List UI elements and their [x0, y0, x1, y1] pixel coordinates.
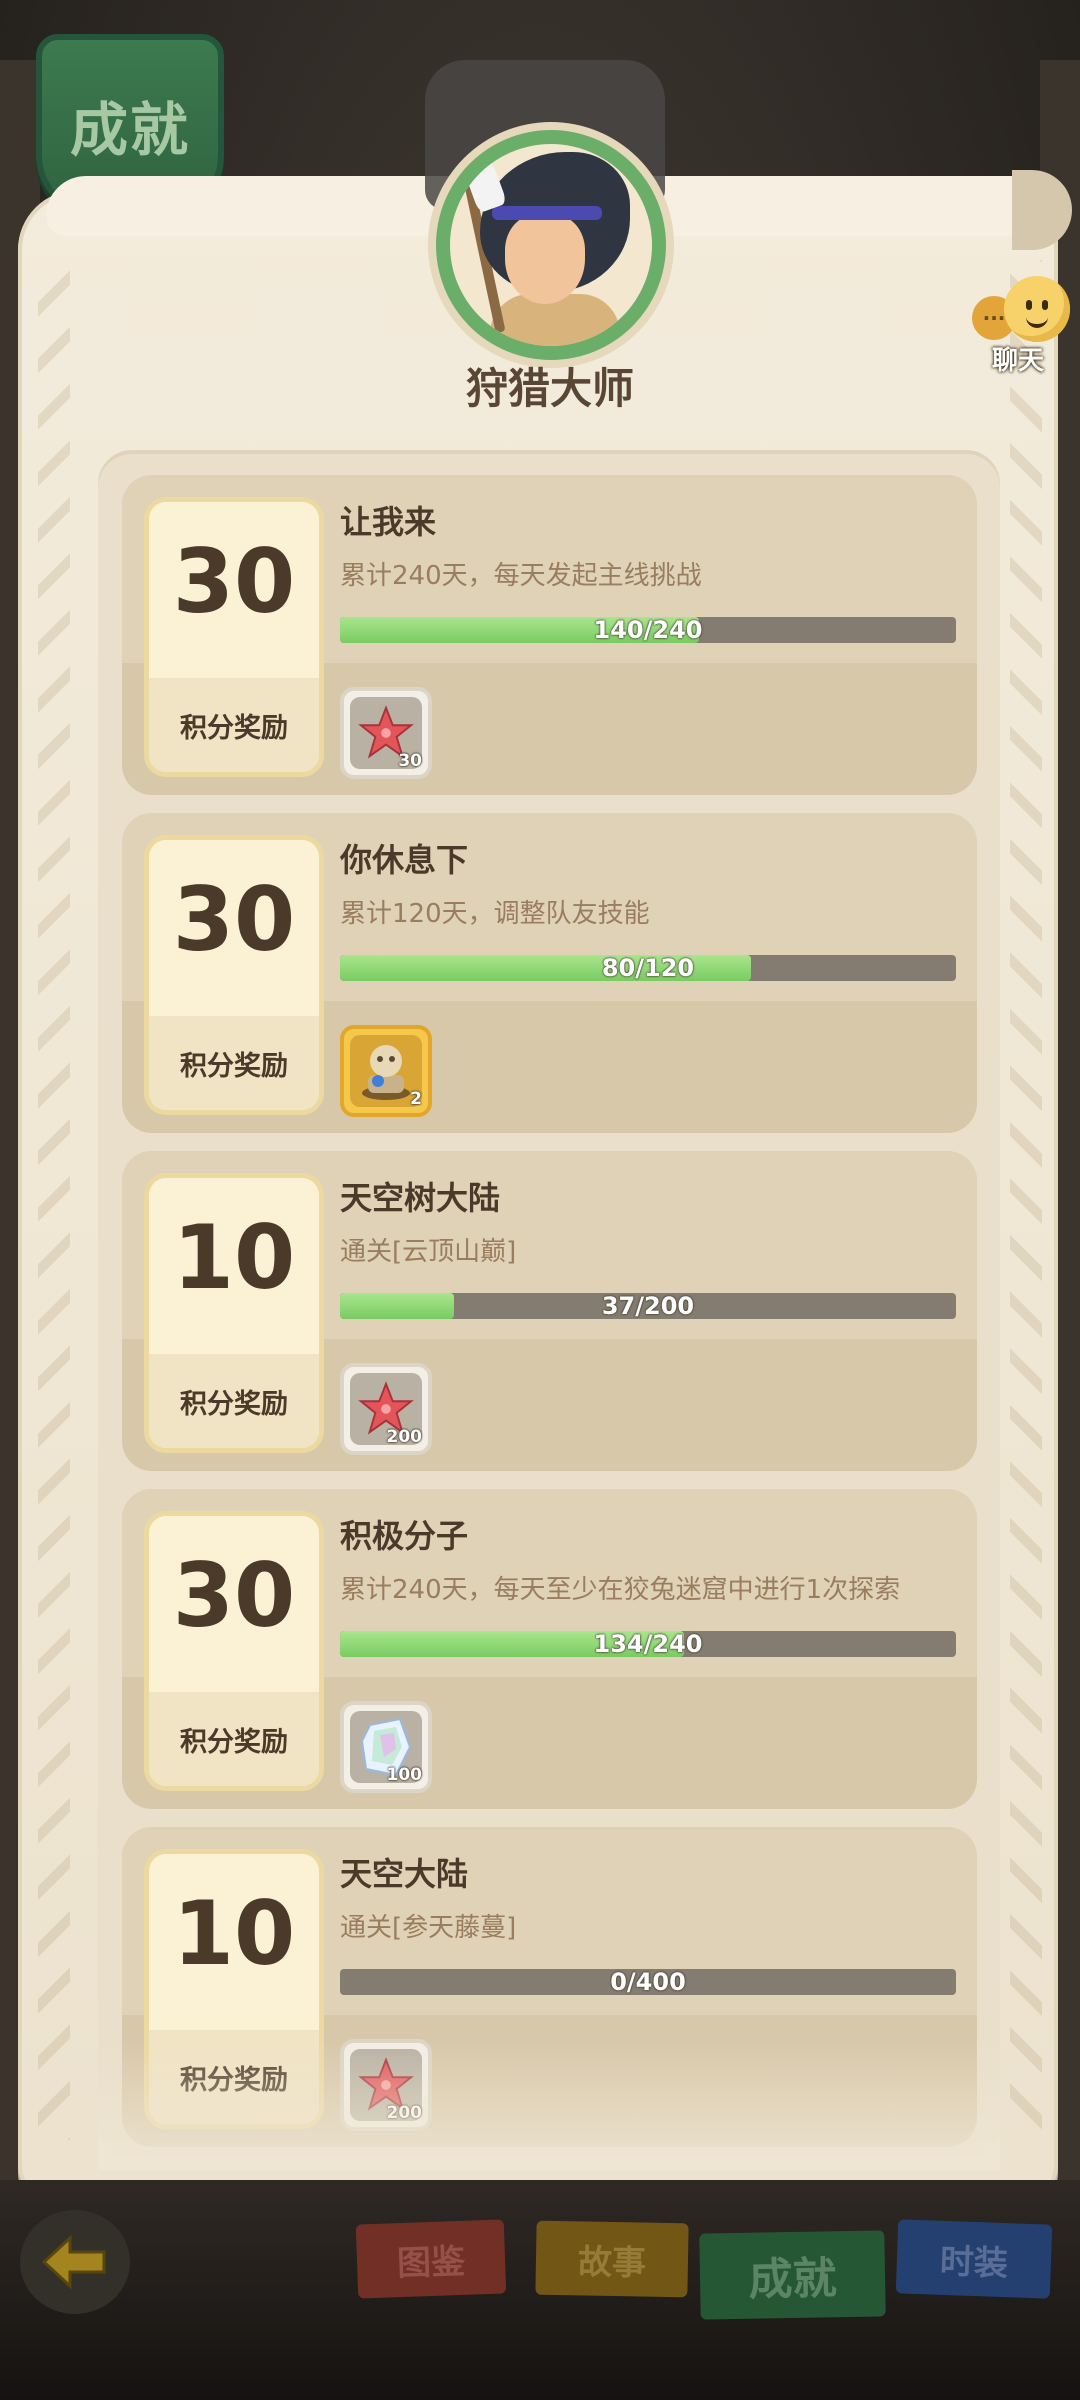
- reward-count: 2: [410, 1089, 422, 1109]
- list-bottom-fade: [98, 2040, 1000, 2170]
- achievement-description: 通关[云顶山巅]: [340, 1237, 517, 1267]
- points-label: 积分奖励: [180, 1389, 288, 1420]
- avatar-face: [505, 214, 585, 304]
- achievement-description: 累计240天，每天至少在狡兔迷窟中进行1次探索: [340, 1575, 901, 1605]
- points-value: 30: [172, 530, 296, 633]
- points-value: 10: [172, 1882, 296, 1985]
- achievement-description: 累计240天，每天发起主线挑战: [340, 561, 702, 591]
- progress-bar: 80/120: [340, 955, 956, 981]
- avatar-headband: [492, 206, 602, 220]
- achievement-title: 天空大陆: [340, 1855, 469, 1893]
- achievement-card[interactable]: 30 积分奖励 你休息下 累计120天，调整队友技能 80/120 2: [122, 813, 977, 1133]
- achievement-description: 累计120天，调整队友技能: [340, 899, 650, 929]
- statue-shape: [362, 1045, 410, 1100]
- chat-smiley-icon: [1004, 276, 1070, 342]
- scroll-border-pattern-right: [1010, 260, 1042, 2140]
- achievement-title: 积极分子: [340, 1517, 469, 1555]
- progress-text: 37/200: [601, 1293, 695, 1319]
- avatar[interactable]: [450, 144, 652, 346]
- points-label: 积分奖励: [180, 1727, 288, 1758]
- progress-text: 134/240: [593, 1631, 703, 1657]
- achievement-card[interactable]: 10 积分奖励 天空树大陆 通关[云顶山巅] 37/200 200: [122, 1151, 977, 1471]
- points-reward-box: 30 积分奖励: [144, 835, 324, 1115]
- achievement-title: 天空树大陆: [340, 1179, 501, 1217]
- player-title: 狩猎大师: [465, 364, 634, 413]
- reward-item[interactable]: 200: [340, 1363, 432, 1455]
- points-value: 30: [172, 1544, 296, 1647]
- progress-bar: 0/400: [340, 1969, 956, 1995]
- points-reward-box: 30 积分奖励: [144, 1511, 324, 1791]
- achievement-title: 让我来: [340, 503, 437, 541]
- reward-count: 100: [386, 1765, 423, 1785]
- reward-item[interactable]: 2: [340, 1025, 432, 1117]
- reward-item[interactable]: 30: [340, 687, 432, 779]
- progress-text: 80/120: [601, 955, 695, 981]
- progress-bar: 140/240: [340, 617, 956, 643]
- progress-bar: 134/240: [340, 1631, 956, 1657]
- bottom-bar-dim-overlay: [0, 2180, 1080, 2400]
- achievement-card[interactable]: 30 积分奖励 让我来 累计240天，每天发起主线挑战 140/240 30: [122, 475, 977, 795]
- reward-count: 200: [386, 1427, 423, 1447]
- points-reward-box: 10 积分奖励: [144, 1173, 324, 1453]
- achievement-description: 通关[参天藤蔓]: [340, 1913, 517, 1943]
- achievement-title: 你休息下: [340, 841, 469, 879]
- points-label: 积分奖励: [180, 1051, 288, 1082]
- achievement-card[interactable]: 30 积分奖励 积极分子 累计240天，每天至少在狡兔迷窟中进行1次探索 134…: [122, 1489, 977, 1809]
- scroll-border-pattern-left: [38, 260, 70, 2140]
- points-reward-box: 30 积分奖励: [144, 497, 324, 777]
- progress-text: 0/400: [610, 1969, 686, 1995]
- progress-bar: 37/200: [340, 1293, 956, 1319]
- points-value: 10: [172, 1206, 296, 1309]
- reward-count: 30: [398, 751, 422, 771]
- points-label: 积分奖励: [180, 713, 288, 744]
- points-value: 30: [172, 868, 296, 971]
- chat-label: 聊天: [991, 346, 1044, 376]
- reward-item[interactable]: 100: [340, 1701, 432, 1793]
- chat-button[interactable]: ··· 聊天: [968, 274, 1076, 378]
- progress-text: 140/240: [593, 617, 703, 643]
